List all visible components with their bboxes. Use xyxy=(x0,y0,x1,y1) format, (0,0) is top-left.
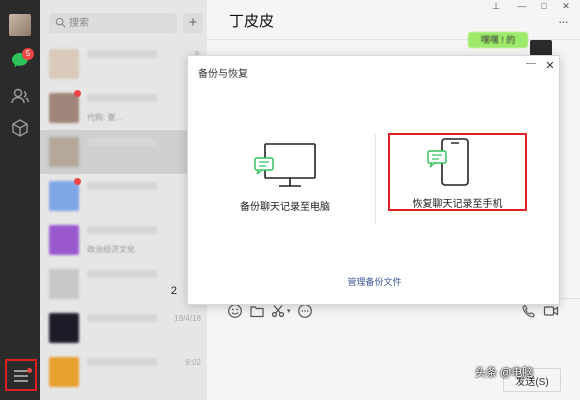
minimize-window-button[interactable]: — xyxy=(511,0,533,14)
contact-avatar xyxy=(49,225,79,255)
message-preview: 政治经济文化 xyxy=(87,245,135,254)
contact-avatar xyxy=(49,313,79,343)
contact-avatar xyxy=(49,269,79,299)
contact-avatar xyxy=(49,49,79,79)
chat-list-item[interactable]: 1 xyxy=(40,130,207,174)
manage-backup-files-link[interactable]: 管理备份文件 xyxy=(188,275,561,288)
emoji-icon[interactable] xyxy=(227,303,243,319)
nav-rail: 5 xyxy=(0,0,40,400)
search-input[interactable] xyxy=(69,15,169,31)
video-call-icon[interactable] xyxy=(543,303,559,319)
message-count: 2 xyxy=(170,285,177,297)
restore-label: 恢复聊天记录至手机 xyxy=(412,199,503,210)
add-chat-button[interactable]: + xyxy=(183,13,203,33)
maximize-window-button[interactable]: □ xyxy=(533,0,555,14)
chat-list-item[interactable]: 2 xyxy=(40,262,207,306)
search-box[interactable] xyxy=(49,13,177,33)
contact-name xyxy=(87,226,157,234)
contacts-icon[interactable] xyxy=(10,86,30,106)
dialog-close-button[interactable]: ✕ xyxy=(543,59,557,73)
restore-to-phone-option[interactable]: 恢复聊天记录至手机 xyxy=(388,133,527,211)
backup-to-pc-option[interactable]: 备份聊天记录至电脑 xyxy=(215,130,355,213)
computer-icon xyxy=(254,143,316,187)
watermark: 头条 @电脑 xyxy=(475,367,534,379)
chat-bubble-icon[interactable] xyxy=(297,303,313,319)
unread-dot xyxy=(74,90,81,97)
phone-icon[interactable] xyxy=(521,303,537,319)
chat-list-item[interactable]: 19/4/18 xyxy=(40,306,207,350)
unread-dot xyxy=(74,178,81,185)
chevron-down-icon[interactable]: ▾ xyxy=(287,307,295,323)
contact-name xyxy=(87,314,157,322)
chat-list-panel: + 9:代购: 要...9:1 政治经济文化 2 19/4/18 9:02 xyxy=(40,0,207,400)
menu-icon xyxy=(14,370,28,385)
contact-avatar xyxy=(49,93,79,123)
message-preview: 代购: 要... xyxy=(87,113,123,122)
contact-name xyxy=(87,358,157,366)
menu-notification-dot xyxy=(27,368,32,373)
backup-restore-dialog: 备份与恢复 — ✕ 备份聊天记录至电脑 恢复聊天记录至手机 管理备份文件 xyxy=(187,55,560,305)
user-avatar[interactable] xyxy=(9,14,31,36)
search-icon xyxy=(55,17,66,28)
scissors-icon[interactable] xyxy=(270,303,286,319)
contact-name xyxy=(87,94,157,102)
menu-button[interactable] xyxy=(5,359,37,391)
contact-avatar xyxy=(49,181,79,211)
more-options-icon[interactable]: ··· xyxy=(558,14,569,29)
contact-name xyxy=(87,182,157,190)
dialog-minimize-button[interactable]: — xyxy=(524,58,538,72)
chat-title: 丁皮皮 xyxy=(229,13,275,30)
chat-list-item[interactable] xyxy=(40,174,207,218)
chat-list-item[interactable]: 9:02 xyxy=(40,350,207,394)
chat-list-item[interactable]: 9: xyxy=(40,42,207,86)
contact-name xyxy=(87,50,157,58)
chat-list-item[interactable]: 代购: 要...9: xyxy=(40,86,207,130)
pin-window-icon[interactable]: ⊥ xyxy=(485,0,507,14)
contact-avatar xyxy=(49,137,79,167)
unread-badge: 5 xyxy=(22,48,34,60)
backup-label: 备份聊天记录至电脑 xyxy=(240,202,330,213)
contact-avatar xyxy=(49,357,79,387)
message-time: 9:02 xyxy=(185,358,201,367)
options-divider xyxy=(375,134,376,224)
message-bubble: 嘿嘿 ! 的 xyxy=(468,32,528,48)
close-window-button[interactable]: ✕ xyxy=(555,0,577,14)
message-time: 19/4/18 xyxy=(174,314,201,323)
contact-name xyxy=(87,270,157,278)
phone-device-icon xyxy=(427,138,469,186)
favorites-cube-icon[interactable] xyxy=(10,118,30,138)
chat-list-item[interactable]: 政治经济文化 xyxy=(40,218,207,262)
folder-icon[interactable] xyxy=(249,303,265,319)
contact-name xyxy=(87,138,157,146)
dialog-title: 备份与恢复 xyxy=(198,69,248,80)
